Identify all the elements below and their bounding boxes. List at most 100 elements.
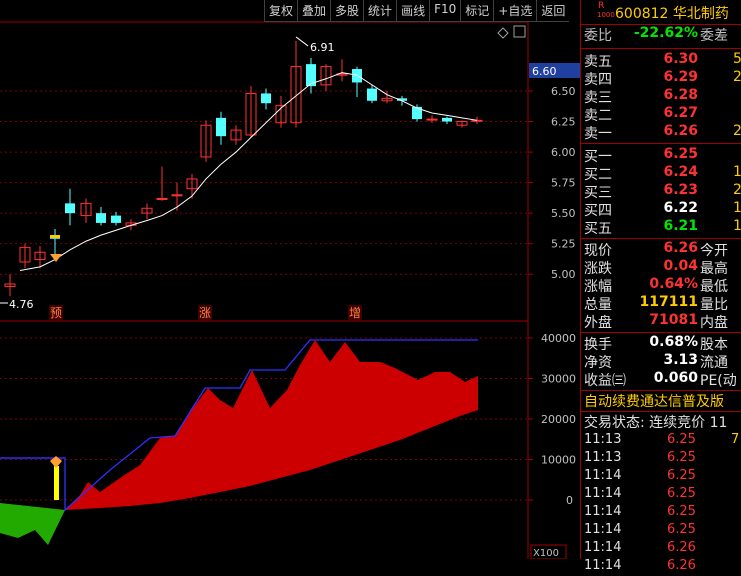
green-area [0, 503, 65, 545]
toolbar-button[interactable]: +自选 [493, 0, 536, 21]
tick-vol: 7 [731, 432, 740, 447]
candle-body [442, 117, 452, 122]
tick-time: 11:13 [584, 450, 622, 465]
quote-volume: 2 [733, 69, 741, 85]
tick-time: 11:13 [584, 432, 622, 447]
candle-body [65, 203, 75, 214]
vol-axis-label: 10000 [541, 454, 576, 467]
quote-label2: 流通 [700, 355, 728, 371]
signal-bar [50, 235, 60, 238]
tick-price: 6.26 [667, 540, 696, 555]
quote-row: 买五 6.21 1 [581, 218, 741, 237]
quote-label2: 最低 [700, 279, 728, 295]
trade-status: 交易状态: 连续竞价 11 [584, 415, 728, 431]
tick-time: 11:14 [584, 468, 622, 483]
quote-row: 买一 6.25 [581, 146, 741, 165]
low-label: 4.76 [9, 298, 34, 311]
weici-label: 委差 [700, 28, 728, 44]
tick-row: 11:13 6.25 7 [581, 432, 741, 450]
tick-row: 11:13 6.25 [581, 450, 741, 468]
toolbar-button[interactable]: 复权 [264, 0, 297, 21]
weibi-label: 委比 [584, 28, 612, 44]
r-mark: R [598, 1, 605, 11]
quote-row: 净资 3.13 流通 [581, 352, 741, 371]
quote-value: 6.21 [663, 218, 698, 234]
tick-list: 11:13 6.25 7 11:13 6.25 11:14 6.25 11:14 6.25 11:… [581, 432, 741, 576]
tick-time: 11:14 [584, 486, 622, 501]
stock-header[interactable]: R 1000 600812 华北制药 [581, 0, 741, 25]
quote-label2: 内盘 [700, 315, 728, 331]
quote-value: 0.04 [663, 258, 698, 274]
tick-time: 11:14 [584, 540, 622, 555]
quote-row: 卖二 6.27 [581, 105, 741, 124]
toolbar-button[interactable]: 多股 [330, 0, 363, 21]
y-axis-label: 5.00 [551, 268, 576, 281]
quote-label2: 今开 [700, 243, 728, 259]
quote-volume: 1 [733, 200, 741, 216]
vol-axis-label: 30000 [541, 373, 576, 386]
promo-link[interactable]: 自动续费通达信普及版 [584, 391, 724, 411]
quote-volume: 2 [733, 123, 741, 139]
candle-body [426, 118, 438, 121]
candle-body [352, 69, 362, 83]
current-price-tag: 6.60 [532, 65, 557, 78]
ask-list: 卖五 6.30 5 卖四 6.29 2 卖三 6.28 卖二 6.27 卖一 6.26 2 [581, 49, 741, 144]
square-icon [513, 25, 526, 38]
tick-time: 11:14 [584, 558, 622, 573]
quote-value: 0.68% [649, 334, 698, 350]
tick-row: 11:14 6.25 [581, 468, 741, 486]
quote-label2: 股本 [700, 337, 728, 353]
toolbar: 复权 叠加 多股 统计 画线 F10 标记 +自选 返回 [264, 0, 570, 22]
tick-price: 6.25 [667, 468, 696, 483]
toolbar-button[interactable]: 返回 [536, 0, 569, 21]
weibi-row: 委比 -22.62% 委差 [581, 25, 741, 49]
quote-label: 外盘 [584, 315, 612, 331]
y-axis-label: 6.25 [551, 116, 576, 129]
toolbar-button[interactable]: 画线 [396, 0, 429, 21]
quote-row: 收益㈢ 0.060 PE(动 [581, 370, 741, 389]
marker-label: 涨 [199, 305, 211, 320]
vol-axis-label: 0 [566, 494, 573, 507]
quote-row: 外盘 71081 内盘 [581, 312, 741, 331]
quote-label: 卖五 [584, 54, 612, 70]
weibi-value: -22.62% [633, 25, 698, 41]
toolbar-button[interactable]: 标记 [460, 0, 493, 21]
quote-label: 卖二 [584, 108, 612, 124]
quote-row: 现价 6.26 今开 [581, 240, 741, 259]
promo-row[interactable]: 自动续费通达信普及版 [581, 391, 741, 412]
quote-label: 买五 [584, 221, 612, 237]
quote-value: 6.26 [663, 240, 698, 256]
toolbar-button[interactable]: 叠加 [297, 0, 330, 21]
quote-row: 买三 6.23 2 [581, 182, 741, 201]
toolbar-button[interactable]: 统计 [363, 0, 396, 21]
y-axis-label: 5.25 [551, 238, 576, 251]
tick-row: 11:14 6.25 [581, 522, 741, 540]
quote-label2: PE(动 [700, 373, 737, 389]
quote-label: 涨跌 [584, 261, 612, 277]
candle-body [261, 93, 271, 104]
chart-area[interactable]: 6.50 6.25 6.00 5.75 5.50 5.25 5.00 6.60 6.91 4.76… [0, 0, 580, 559]
tick-row: 11:14 6.26 [581, 558, 741, 576]
y-axis-label: 5.75 [551, 177, 576, 190]
quote-value: 117111 [639, 294, 698, 310]
tick-price: 6.26 [667, 558, 696, 573]
candle-body [171, 194, 183, 197]
candle-body [111, 215, 121, 223]
vol-axis-label: 40000 [541, 332, 576, 345]
red-area [65, 340, 478, 510]
quote-label2: 量比 [700, 297, 728, 313]
quote-row: 总量 117111 量比 [581, 294, 741, 313]
high-pointer [295, 36, 309, 47]
quote-label: 换手 [584, 337, 612, 353]
quote-row: 涨跌 0.04 最高 [581, 258, 741, 277]
quote-label: 买二 [584, 167, 612, 183]
quote-label: 买三 [584, 185, 612, 201]
kline-chart[interactable]: 6.50 6.25 6.00 5.75 5.50 5.25 5.00 6.60 6.91 4.76… [0, 0, 580, 559]
quote-value: 3.13 [663, 352, 698, 368]
toolbar-button[interactable]: F10 [429, 0, 460, 21]
tick-time: 11:14 [584, 504, 622, 519]
quote-value: 0.64% [649, 276, 698, 292]
y-axis-label: 6.50 [551, 85, 576, 98]
quote-label: 收益㈢ [584, 373, 626, 389]
vol-axis-label: 20000 [541, 413, 576, 426]
